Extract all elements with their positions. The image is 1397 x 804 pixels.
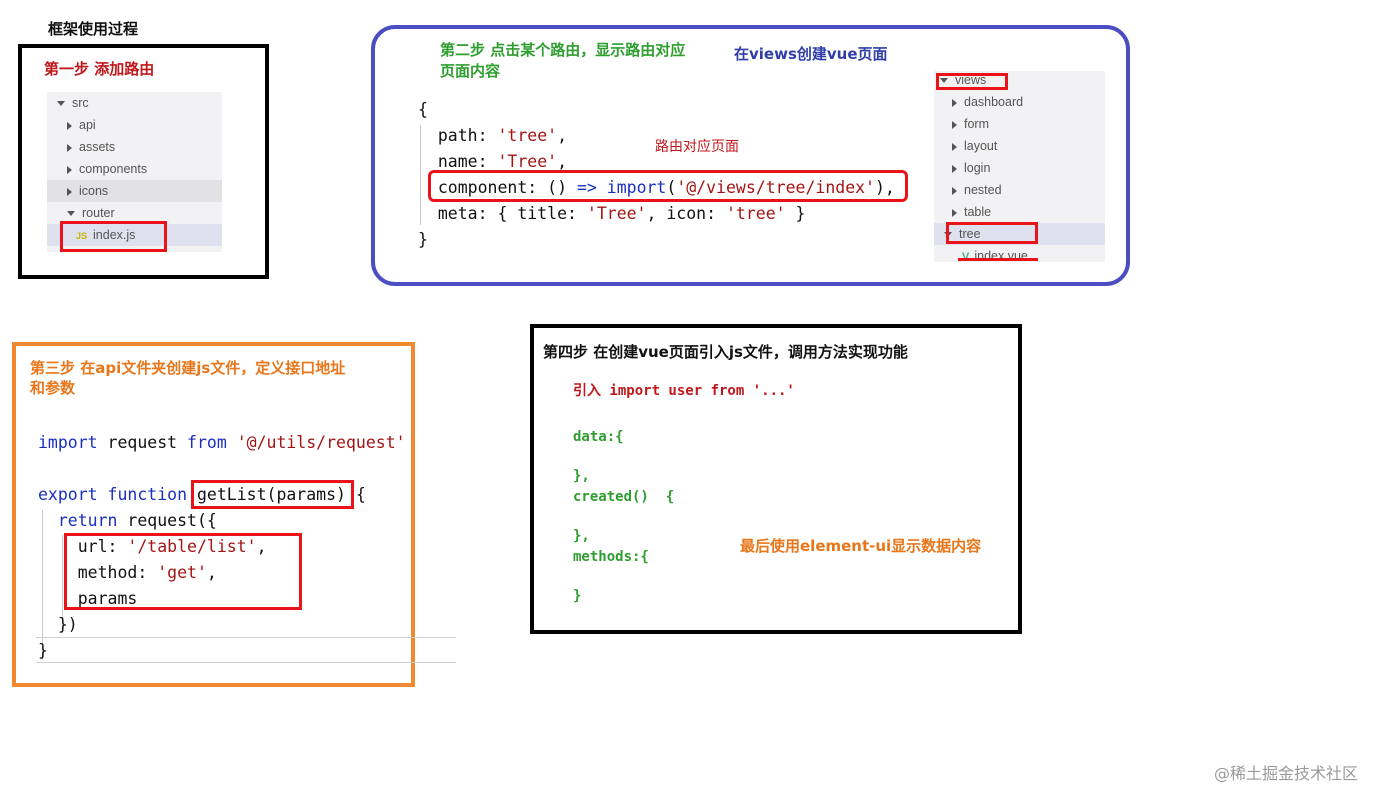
tree-item-form[interactable]: form (934, 113, 1105, 135)
chevron-right-icon (952, 208, 957, 217)
chevron-right-icon (952, 98, 957, 107)
vue-code-block: 引入 import user from '...' data:{ }, crea… (573, 380, 795, 604)
data-open: data:{ (573, 429, 624, 445)
chevron-right-icon (67, 165, 72, 174)
tree-item-login[interactable]: login (934, 157, 1105, 179)
final-note: 最后使用element-ui显示数据内容 (740, 537, 982, 555)
watermark: @稀土掘金技术社区 (1214, 764, 1359, 783)
chevron-right-icon (952, 164, 957, 173)
page-title: 框架使用过程 (48, 20, 139, 38)
step3-title: 第三步 在api文件夹创建js文件，定义接口地址和参数 (30, 359, 346, 397)
chevron-right-icon (952, 186, 957, 195)
code-line: }) (57, 615, 78, 634)
tree-item-icons[interactable]: icons (47, 180, 222, 202)
highlight-tree-folder (946, 222, 1038, 244)
tree-item-api[interactable]: api (47, 114, 222, 136)
methods-close: } (573, 588, 582, 604)
step1-title: 第一步 添加路由 (44, 60, 155, 78)
created-close: }, (573, 528, 590, 544)
code-line: } (38, 641, 48, 660)
tree-item-dashboard[interactable]: dashboard (934, 91, 1105, 113)
chevron-right-icon (67, 187, 72, 196)
created-open: created() { (573, 489, 675, 505)
code-line: } (418, 230, 428, 249)
chevron-right-icon (67, 143, 72, 152)
chevron-right-icon (67, 121, 72, 130)
step2-title: 第二步 点击某个路由，显示路由对应页面内容 (440, 41, 686, 80)
code-line: meta: { title: 'Tree', icon: 'tree' } (418, 204, 806, 223)
code-line: import request from '@/utils/request' (38, 433, 406, 452)
views-note: 在views创建vue页面 (734, 45, 888, 63)
data-close: }, (573, 468, 590, 484)
route-note: 路由对应页面 (655, 139, 739, 155)
step4-title: 第四步 在创建vue页面引入js文件，调用方法实现功能 (543, 343, 908, 361)
tree-item-components[interactable]: components (47, 158, 222, 180)
chevron-down-icon (67, 211, 75, 217)
tree-item-nested[interactable]: nested (934, 179, 1105, 201)
methods-open: methods:{ (573, 549, 649, 565)
chevron-right-icon (952, 120, 957, 129)
chevron-down-icon (57, 101, 65, 107)
import-line: 引入 import user from '...' (573, 383, 795, 399)
highlight-getlist-signature (191, 480, 354, 509)
highlight-index-vue (958, 258, 1038, 261)
tree-item-assets[interactable]: assets (47, 136, 222, 158)
tree-item-layout[interactable]: layout (934, 135, 1105, 157)
code-line: { (418, 100, 428, 119)
highlight-component-line (428, 170, 908, 202)
highlight-views-folder (936, 73, 1008, 90)
chevron-right-icon (952, 142, 957, 151)
tree-item-src[interactable]: src (47, 92, 222, 114)
highlight-request-options (64, 533, 302, 610)
highlight-index-js (60, 221, 167, 252)
tree-item-table[interactable]: table (934, 201, 1105, 223)
code-line: return request({ (57, 511, 217, 530)
step4-box (530, 324, 1022, 634)
